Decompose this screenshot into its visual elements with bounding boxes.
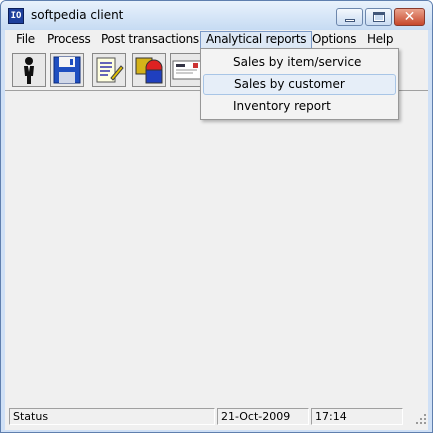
toolbar-edit-button[interactable] — [92, 53, 126, 87]
maximize-button[interactable] — [365, 8, 392, 26]
status-date: 21-Oct-2009 — [217, 408, 309, 425]
save-icon — [53, 56, 81, 84]
menu-post-transactions[interactable]: Post transactions — [95, 31, 205, 48]
close-button[interactable]: ✕ — [394, 8, 425, 26]
menu-item-sales-by-item[interactable]: Sales by item/service — [203, 52, 396, 73]
maximize-icon — [373, 12, 385, 22]
menu-process[interactable]: Process — [41, 31, 96, 48]
menu-file[interactable]: File — [10, 31, 41, 48]
minimize-button[interactable] — [336, 8, 363, 26]
close-icon: ✕ — [403, 9, 416, 25]
resize-grip[interactable] — [414, 412, 428, 426]
app-window: IO softpedia client ✕ File Process Post … — [0, 0, 433, 433]
status-time: 17:14 — [311, 408, 403, 425]
toolbar-shapes-button[interactable] — [132, 53, 166, 87]
person-icon — [24, 57, 34, 84]
toolbar-invoice-button[interactable] — [170, 53, 204, 87]
invoice-icon — [172, 60, 202, 80]
status-bar: Status 21-Oct-2009 17:14 — [5, 406, 428, 426]
menu-help[interactable]: Help — [361, 31, 399, 48]
status-text: Status — [9, 408, 215, 425]
menu-item-inventory-report[interactable]: Inventory report — [203, 96, 396, 117]
toolbar-save-button[interactable] — [50, 53, 84, 87]
document-edit-icon — [96, 57, 124, 83]
menu-item-sales-by-customer[interactable]: Sales by customer — [203, 74, 396, 95]
toolbar-person-button[interactable] — [12, 53, 46, 87]
shapes-icon — [135, 57, 163, 84]
menu-bar: File Process Post transactions Analytica… — [5, 30, 428, 50]
minimize-icon — [345, 19, 355, 22]
title-bar[interactable]: IO softpedia client ✕ — [1, 1, 432, 30]
analytical-reports-menu: Sales by item/service Sales by customer … — [200, 48, 399, 120]
app-icon: IO — [8, 8, 24, 24]
menu-options[interactable]: Options — [306, 31, 362, 48]
window-title: softpedia client — [31, 8, 124, 22]
